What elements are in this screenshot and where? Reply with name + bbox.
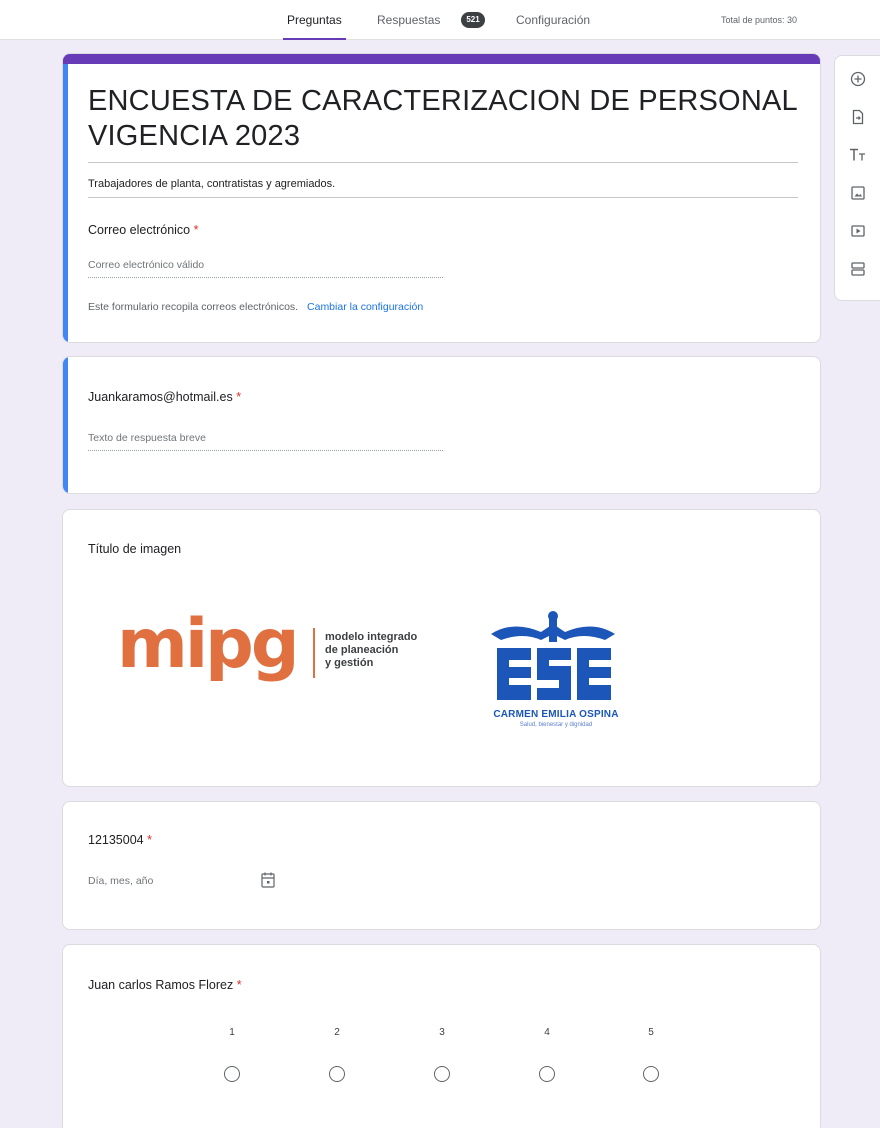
theme-stripe: [63, 54, 820, 64]
change-settings-link[interactable]: Cambiar la configuración: [307, 301, 423, 313]
question-card-date[interactable]: 12135004 * Día, mes, año: [62, 801, 821, 930]
tab-questions[interactable]: Preguntas: [283, 0, 346, 40]
ese-name: CARMEN EMILIA OSPINA: [493, 709, 619, 720]
scale-label-4: 4: [544, 1027, 550, 1038]
email-field-underline: [88, 277, 443, 278]
image-title[interactable]: Título de imagen: [88, 542, 181, 556]
required-asterisk: *: [236, 390, 242, 404]
form-title[interactable]: ENCUESTA DE CARACTERIZACION DE PERSONAL …: [88, 84, 808, 154]
ese-tagline: Salud, bienestar y dignidad: [519, 722, 593, 728]
top-tab-bar: Preguntas Respuestas 521 Configuración T…: [0, 0, 880, 40]
question-card-linear-scale[interactable]: Juan carlos Ramos Florez * 1 2 3 4 5: [62, 944, 821, 1128]
add-image-icon[interactable]: [847, 182, 869, 204]
question-title[interactable]: 12135004 *: [88, 833, 152, 847]
scale-label-5: 5: [648, 1027, 654, 1038]
email-question-label: Correo electrónico *: [88, 223, 199, 237]
scale-radio-5[interactable]: [643, 1066, 659, 1082]
image-card[interactable]: Título de imagen mipg modelo integrado d…: [62, 509, 821, 787]
collect-email-text: Este formulario recopila correos electró…: [88, 301, 299, 313]
question-title-text: 12135004: [88, 833, 144, 847]
mipg-tagline: modelo integrado de planeación y gestión: [325, 631, 417, 670]
required-asterisk: *: [147, 833, 152, 847]
import-questions-icon[interactable]: [847, 106, 869, 128]
question-card-short-answer[interactable]: Juankaramos@hotmail.es * Texto de respue…: [62, 356, 821, 494]
form-header-card[interactable]: ENCUESTA DE CARACTERIZACION DE PERSONAL …: [62, 53, 821, 343]
title-underline: [88, 162, 798, 163]
description-underline: [88, 197, 798, 198]
question-title[interactable]: Juankaramos@hotmail.es *: [88, 390, 241, 404]
ese-emblem: [491, 611, 615, 700]
add-section-icon[interactable]: [847, 258, 869, 280]
scale-radio-1[interactable]: [224, 1066, 240, 1082]
question-title-text: Juankaramos@hotmail.es: [88, 390, 233, 404]
scale-radio-2[interactable]: [329, 1066, 345, 1082]
question-title-text: Juan carlos Ramos Florez: [88, 978, 234, 992]
required-asterisk: *: [236, 978, 242, 992]
add-title-icon[interactable]: [847, 144, 869, 166]
short-answer-underline: [88, 450, 443, 451]
mipg-tagline-line1: modelo integrado: [325, 631, 418, 643]
tab-settings[interactable]: Configuración: [516, 0, 590, 40]
scale-label-2: 2: [334, 1027, 340, 1038]
mipg-tagline-line3: y gestión: [325, 657, 374, 669]
mipg-mark: mipg: [117, 605, 300, 684]
scale-label-1: 1: [229, 1027, 235, 1038]
form-description[interactable]: Trabajadores de planta, contratistas y a…: [88, 178, 335, 190]
total-points: Total de puntos: 30: [721, 15, 798, 25]
email-question-text: Correo electrónico: [88, 223, 191, 237]
required-asterisk: *: [193, 223, 199, 237]
scale-label-3: 3: [439, 1027, 445, 1038]
date-field: Día, mes, año: [88, 875, 154, 887]
mipg-divider: [313, 628, 315, 678]
email-field: Correo electrónico válido: [88, 259, 205, 271]
question-toolbar: [834, 55, 880, 301]
responses-count-badge: 521: [461, 12, 485, 28]
add-video-icon[interactable]: [847, 220, 869, 242]
scale-radio-4[interactable]: [539, 1066, 555, 1082]
mipg-tagline-line2: de planeación: [325, 644, 399, 656]
calendar-icon[interactable]: [260, 871, 276, 894]
tab-responses[interactable]: Respuestas: [377, 0, 440, 40]
short-answer-field: Texto de respuesta breve: [88, 432, 206, 444]
question-title[interactable]: Juan carlos Ramos Florez *: [88, 978, 242, 992]
collect-email-note: Este formulario recopila correos electró…: [88, 301, 423, 313]
scale-radio-3[interactable]: [434, 1066, 450, 1082]
add-question-icon[interactable]: [847, 68, 869, 90]
